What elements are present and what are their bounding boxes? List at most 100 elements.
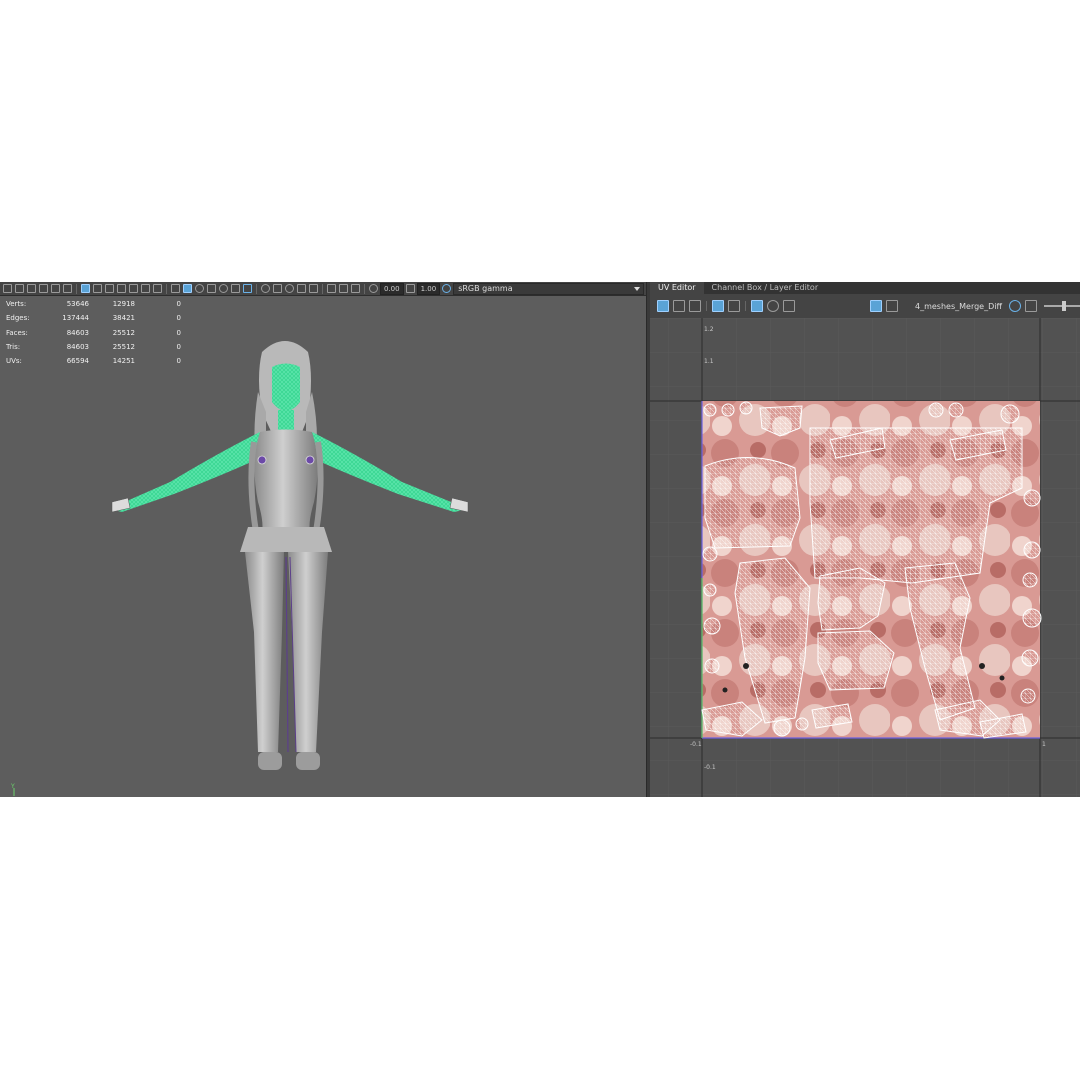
backpack-strap-left <box>248 441 259 533</box>
uv-layout-icon[interactable] <box>689 300 701 312</box>
right-shoe <box>296 752 320 770</box>
toolbar-separator <box>364 283 365 294</box>
gamma-reset-icon[interactable] <box>405 284 415 293</box>
isolate-select-icon[interactable] <box>297 284 306 293</box>
xray-joints-icon[interactable] <box>309 284 318 293</box>
hud-cell-v2: 12918 <box>112 300 135 308</box>
chevron-down-icon <box>634 286 640 291</box>
uv-stack-icon[interactable] <box>673 300 685 312</box>
image-exposure-icon[interactable] <box>1025 300 1037 312</box>
hud-cell-v3: 0 <box>176 314 181 323</box>
hud-cell-v2: 38421 <box>112 314 135 323</box>
uv-snapshot-icon[interactable] <box>783 300 795 312</box>
locator-icon[interactable] <box>257 455 267 465</box>
right-leg <box>288 552 328 752</box>
texture-dropdown-icon[interactable] <box>902 300 908 312</box>
gate-mask-icon[interactable] <box>117 284 126 293</box>
image-plane-icon[interactable] <box>39 284 48 293</box>
antialiasing-icon[interactable] <box>285 284 294 293</box>
safe-title-icon[interactable] <box>153 284 162 293</box>
uv-pin-icon[interactable] <box>767 300 779 312</box>
3d-viewport-panel[interactable]: 0.00 1.00 sRGB gamma Verts: 53646 12918 0 Ed… <box>0 282 646 797</box>
hud-cell-label: UVs: <box>6 357 22 366</box>
hud-cell-label: Verts: <box>6 300 27 308</box>
grease-pencil-icon[interactable] <box>63 284 72 293</box>
view-transform-icon[interactable] <box>442 284 452 293</box>
toolbar-separator <box>166 283 167 294</box>
uv-checker-icon[interactable] <box>728 300 740 312</box>
exposure-field[interactable]: 0.00 <box>380 282 404 295</box>
wireframe-icon[interactable] <box>171 284 180 293</box>
hud-cell-v1: 53646 <box>66 300 89 308</box>
uv-tiles-icon[interactable] <box>751 300 763 312</box>
xray-icon[interactable] <box>243 284 252 293</box>
locator-icon[interactable] <box>305 455 315 465</box>
uv-toolbar: 4_meshes_Merge_Diff <box>650 294 1080 318</box>
viewport-toolbar: 0.00 1.00 sRGB gamma <box>0 282 646 296</box>
color-space-dropdown[interactable]: sRGB gamma <box>453 282 644 295</box>
hud-row: Edges: 137444 38421 0 <box>6 311 181 325</box>
field-chart-icon[interactable] <box>129 284 138 293</box>
image-display-icon[interactable] <box>870 300 882 312</box>
skeleton-line <box>285 556 289 753</box>
hud-cell-label: Faces: <box>6 328 28 337</box>
tab-channel-box-layer-editor[interactable]: Channel Box / Layer Editor <box>704 282 827 294</box>
uv-canvas[interactable]: 1.2 1.1 -0.1 1 -0.1 <box>650 318 1080 797</box>
grid-icon[interactable] <box>81 284 90 293</box>
checker-map-icon[interactable] <box>886 300 898 312</box>
default-material-icon[interactable] <box>195 284 204 293</box>
uv-grid <box>650 318 1080 797</box>
axis-indicator: Y <box>10 783 15 796</box>
left-arm-selection <box>114 432 262 512</box>
hud-row: Verts: 53646 12918 0 <box>6 297 181 311</box>
motion-blur-icon[interactable] <box>273 284 282 293</box>
right-arm-selection <box>310 432 464 512</box>
resolution-gate-icon[interactable] <box>105 284 114 293</box>
use-all-lights-icon[interactable] <box>219 284 228 293</box>
toolbar-separator <box>706 301 707 311</box>
camera-attributes-icon[interactable] <box>15 284 24 293</box>
image-dim-slider[interactable] <box>1044 301 1080 311</box>
color-management-icon[interactable] <box>1009 300 1021 312</box>
toolbar-separator <box>256 283 257 294</box>
left-leg <box>245 552 284 752</box>
tab-uv-editor[interactable]: UV Editor <box>650 282 704 294</box>
hud-cell-v1: 84603 <box>66 328 89 337</box>
safe-action-icon[interactable] <box>141 284 150 293</box>
exposure-icon[interactable] <box>327 284 336 293</box>
toolbar-separator <box>322 283 323 294</box>
panel-tabs: UV Editor Channel Box / Layer Editor <box>650 282 1080 294</box>
left-shoe <box>258 752 282 770</box>
color-management-icon[interactable] <box>351 284 360 293</box>
waist-band <box>240 527 332 552</box>
textured-icon[interactable] <box>207 284 216 293</box>
toolbar-separator <box>745 301 746 311</box>
backpack-strap-right <box>313 441 324 533</box>
character-model[interactable] <box>100 332 480 792</box>
uv-editor-panel: UV Editor Channel Box / Layer Editor 4_m… <box>650 282 1080 797</box>
uv-grid-icon[interactable] <box>657 300 669 312</box>
uv-tick-bottom: -0.1 <box>704 764 716 771</box>
2d-pan-zoom-icon[interactable] <box>51 284 60 293</box>
gamma-field[interactable]: 1.00 <box>416 282 441 295</box>
bookmark-icon[interactable] <box>27 284 36 293</box>
slider-knob[interactable] <box>1062 301 1066 311</box>
gamma-icon[interactable] <box>339 284 348 293</box>
hud-cell-v1: 137444 <box>62 314 89 323</box>
exposure-reset-icon[interactable] <box>369 284 378 293</box>
toolbar-separator <box>76 283 77 294</box>
shadows-icon[interactable] <box>231 284 240 293</box>
ambient-occlusion-icon[interactable] <box>261 284 270 293</box>
uv-tick-top: 1.2 <box>704 326 714 333</box>
texture-name-label[interactable]: 4_meshes_Merge_Diff <box>915 302 1002 311</box>
camera-icon[interactable] <box>3 284 12 293</box>
uv-shell-icon[interactable] <box>712 300 724 312</box>
face-selection <box>272 363 300 411</box>
smooth-shade-icon[interactable] <box>183 284 192 293</box>
film-gate-icon[interactable] <box>93 284 102 293</box>
hud-cell-label: Tris: <box>6 342 21 351</box>
neck <box>278 410 294 432</box>
uv-tick-right: 1 <box>1042 741 1046 748</box>
uv-tick-top2: 1.1 <box>704 358 714 365</box>
hud-cell-v1: 66594 <box>66 357 89 366</box>
